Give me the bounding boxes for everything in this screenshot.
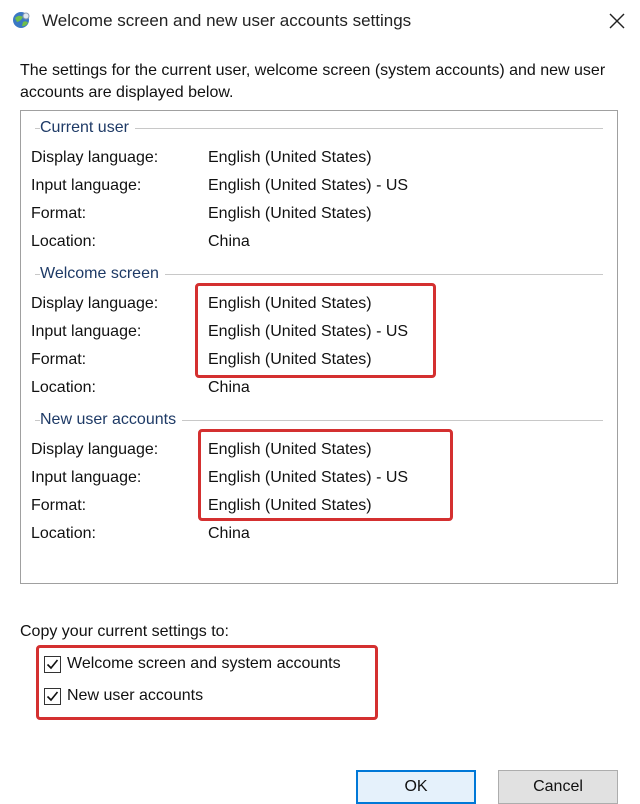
row-label: Display language: [31,295,159,312]
highlight-box-copy-options [36,645,378,720]
row-value: English (United States) - US [208,177,409,194]
title-bar: Welcome screen and new user accounts set… [0,0,640,42]
close-icon[interactable] [602,6,632,36]
highlight-box-new-user-accounts [198,429,453,521]
row-value: China [208,525,250,542]
cancel-button[interactable]: Cancel [498,770,618,804]
ok-button[interactable]: OK [356,770,476,804]
row-label: Format: [31,205,87,222]
settings-panel: Current user Display language: English (… [20,110,618,584]
row-label: Input language: [31,323,142,340]
row-label: Location: [31,233,96,250]
group-title-current-user: Current user [40,119,135,137]
row-value: China [208,379,250,396]
row-value: English (United States) [208,205,372,222]
row-label: Format: [31,351,87,368]
group-title-new-user-accounts: New user accounts [40,411,183,429]
row-label: Display language: [31,149,159,166]
intro-text: The settings for the current user, welco… [20,62,606,101]
row-label: Location: [31,379,96,396]
group-title-welcome-screen: Welcome screen [40,265,165,283]
row-value: English (United States) [208,149,372,166]
window-title: Welcome screen and new user accounts set… [42,11,412,30]
row-value: China [208,233,250,250]
row-label: Input language: [31,469,142,486]
row-label: Display language: [31,441,159,458]
row-label: Input language: [31,177,142,194]
copy-settings-label: Copy your current settings to: [20,623,229,640]
highlight-box-welcome-screen [195,283,436,378]
globe-settings-icon [12,10,32,30]
row-label: Location: [31,525,96,542]
row-label: Format: [31,497,87,514]
